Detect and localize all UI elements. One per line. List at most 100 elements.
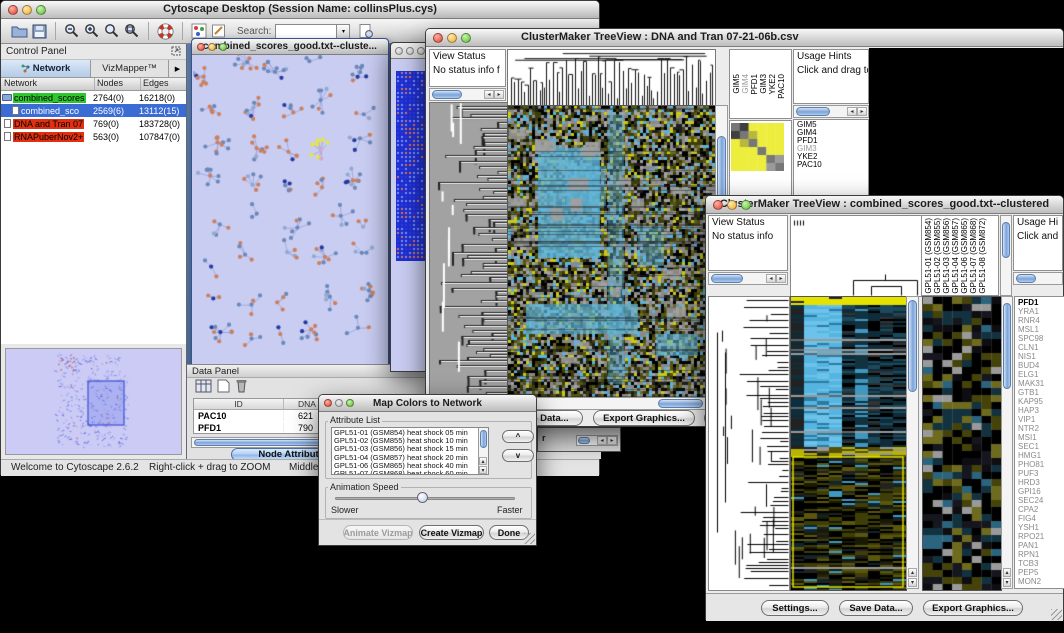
attribute-listbox[interactable]: GPL51-01 (GSM854) heat shock 05 minGPL51… <box>331 427 489 475</box>
close-icon[interactable] <box>433 33 443 43</box>
network-list-row[interactable]: combined_sco2569(6)13112(15) <box>1 104 186 117</box>
scrollbar-thumb[interactable] <box>578 437 590 444</box>
zoom-window-icon[interactable] <box>741 200 751 210</box>
column-header-nodes[interactable]: Nodes <box>95 78 141 90</box>
minimize-icon[interactable] <box>22 5 32 15</box>
gene-list-item[interactable]: HMG1 <box>1018 451 1064 460</box>
treeview1-titlebar[interactable]: ClusterMaker TreeView : DNA and Tran 07-… <box>426 29 1063 47</box>
attribute-list-item[interactable]: GPL51-02 (GSM855) heat shock 10 min <box>332 437 488 445</box>
gene-list-item[interactable]: MSI1 <box>1018 433 1064 442</box>
scrollbar-thumb[interactable] <box>658 399 703 408</box>
view-status-hscrollbar[interactable]: ◂ ▸ <box>429 88 506 101</box>
zoom-vscrollbar[interactable]: ▴ ▾ <box>1001 296 1013 589</box>
tab-vizmapper[interactable]: VizMapper™ <box>91 60 169 77</box>
speed-slider-thumb[interactable] <box>417 492 428 503</box>
minimize-icon[interactable] <box>335 399 343 407</box>
heatmap-vscrollbar[interactable]: ▴ ▾ <box>906 296 919 589</box>
scroll-right-icon[interactable]: ▸ <box>494 90 504 99</box>
create-vizmap-button[interactable]: Create Vizmap <box>419 525 484 540</box>
scrollbar-thumb[interactable] <box>1016 274 1036 283</box>
minimize-icon[interactable] <box>208 43 216 51</box>
gene-list-item[interactable]: CPA2 <box>1018 505 1064 514</box>
attribute-list-item[interactable]: GPL51-04 (GSM857) heat shock 20 min <box>332 454 488 462</box>
gene-list-item[interactable]: RPN1 <box>1018 550 1064 559</box>
scroll-right-icon[interactable]: ▸ <box>776 274 786 283</box>
zoom-window-icon[interactable] <box>346 399 354 407</box>
attribute-list-item[interactable]: GPL51-03 (GSM856) heat shock 15 min <box>332 445 488 453</box>
zoom-fit-icon[interactable] <box>124 23 140 39</box>
gene-list-item[interactable]: GPI16 <box>1018 487 1064 496</box>
close-icon[interactable] <box>324 399 332 407</box>
move-attribute-up-button[interactable]: ^ <box>502 430 534 443</box>
correlation-matrix-canvas[interactable] <box>731 123 784 171</box>
gene-list-item[interactable]: YSH1 <box>1018 523 1064 532</box>
heatmap-canvas[interactable] <box>507 105 716 398</box>
gene-list-panel[interactable]: PFD1YRA1RNR4MSL1SPC98CLN1NIS1BUD4ELG1MAK… <box>1014 296 1064 589</box>
gene-list-item[interactable]: ELG1 <box>1018 370 1064 379</box>
scrollbar-thumb[interactable] <box>432 90 462 99</box>
scrollbar-thumb[interactable] <box>480 430 487 448</box>
gene-list-item[interactable]: MSL1 <box>1018 325 1064 334</box>
zoom-selected-icon[interactable] <box>104 23 120 39</box>
gene-list-item[interactable]: GTB1 <box>1018 388 1064 397</box>
annotation-icon[interactable] <box>211 23 227 39</box>
network-overview-canvas[interactable] <box>6 349 181 454</box>
main-titlebar[interactable]: Cytoscape Desktop (Session Name: collins… <box>1 1 599 19</box>
zoom-in-icon[interactable] <box>84 23 100 39</box>
gene-list-item[interactable]: PFD1 <box>1018 298 1064 307</box>
gene-list-item[interactable]: FIG4 <box>1018 514 1064 523</box>
gene-list-item[interactable]: SEC24 <box>1018 496 1064 505</box>
move-attribute-down-button[interactable]: v <box>502 449 534 462</box>
row-dendrogram-canvas[interactable] <box>429 102 508 398</box>
close-icon[interactable] <box>197 43 205 51</box>
zoom-out-icon[interactable] <box>64 23 80 39</box>
resize-grip[interactable] <box>524 533 535 544</box>
help-lifesaver-icon[interactable] <box>157 23 174 40</box>
row-dendrogram-canvas[interactable] <box>708 296 790 591</box>
gene-list-item[interactable]: VIP1 <box>1018 415 1064 424</box>
scroll-down-icon[interactable]: ▾ <box>479 466 487 474</box>
open-file-icon[interactable] <box>11 24 28 39</box>
gene-list-item[interactable]: BUD4 <box>1018 361 1064 370</box>
gene-list-item[interactable]: HRD3 <box>1018 478 1064 487</box>
search-dropdown-arrow[interactable]: ▾ <box>337 24 350 39</box>
gene-list-item[interactable]: SPC98 <box>1018 334 1064 343</box>
network-view-icon[interactable] <box>191 23 207 39</box>
gene-list-item[interactable]: TCB3 <box>1018 559 1064 568</box>
gene-list-item[interactable]: CLN1 <box>1018 343 1064 352</box>
scroll-left-icon[interactable]: ◂ <box>766 274 776 283</box>
zoom-heatmap-canvas[interactable] <box>922 296 1002 591</box>
network-list-row[interactable]: DNA and Tran 07769(0)183728(0) <box>1 117 186 130</box>
float-panel-icon[interactable] <box>171 43 181 61</box>
attribute-list-item[interactable]: GPL51-07 (GSM868) heat shock 60 min <box>332 470 488 475</box>
zoom-window-icon[interactable] <box>219 43 227 51</box>
minimize-icon[interactable] <box>727 200 737 210</box>
scroll-left-icon[interactable]: ◂ <box>847 107 857 116</box>
gene-list-item[interactable]: PAN1 <box>1018 541 1064 550</box>
gene-list-item[interactable]: PAC10 <box>797 161 868 169</box>
gene-list-item[interactable]: MAK31 <box>1018 379 1064 388</box>
tab-network[interactable]: Network <box>1 60 91 77</box>
gene-list-item[interactable]: NTR2 <box>1018 424 1064 433</box>
gene-list-item[interactable]: KAP95 <box>1018 397 1064 406</box>
save-icon[interactable] <box>32 24 47 39</box>
attribute-list-item[interactable]: GPL51-01 (GSM854) heat shock 05 min <box>332 429 488 437</box>
scroll-up-icon[interactable]: ▴ <box>1003 568 1011 577</box>
close-icon[interactable] <box>8 5 18 15</box>
scroll-right-icon[interactable]: ▸ <box>607 436 617 445</box>
treeview2-titlebar[interactable]: ClusterMaker TreeView : combined_scores_… <box>706 196 1063 214</box>
zoom-window-icon[interactable] <box>461 33 471 43</box>
gene-list-item[interactable]: RNR4 <box>1018 316 1064 325</box>
usage-hints-hscrollbar[interactable]: ◂ ▸ <box>793 105 869 118</box>
scrollbar-thumb[interactable] <box>711 274 743 283</box>
search-input[interactable] <box>275 24 337 39</box>
gene-list-item[interactable]: PUF3 <box>1018 469 1064 478</box>
network-list-row[interactable]: RNAPuberNov2+563(0)107847(0) <box>1 130 186 143</box>
attribute-table-icon[interactable] <box>195 379 212 398</box>
gene-list-item[interactable]: SEC1 <box>1018 442 1064 451</box>
gene-list-item[interactable]: NIS1 <box>1018 352 1064 361</box>
network-list-row[interactable]: combined_scores2764(0)16218(0) <box>1 91 186 104</box>
heatmap-hscrollbar[interactable]: ◂ ▸ <box>507 397 728 410</box>
gene-list-item[interactable]: YRA1 <box>1018 307 1064 316</box>
gene-list-panel[interactable]: GIM5GIM4PFD1GIM3YKE2PAC10 <box>793 119 869 197</box>
